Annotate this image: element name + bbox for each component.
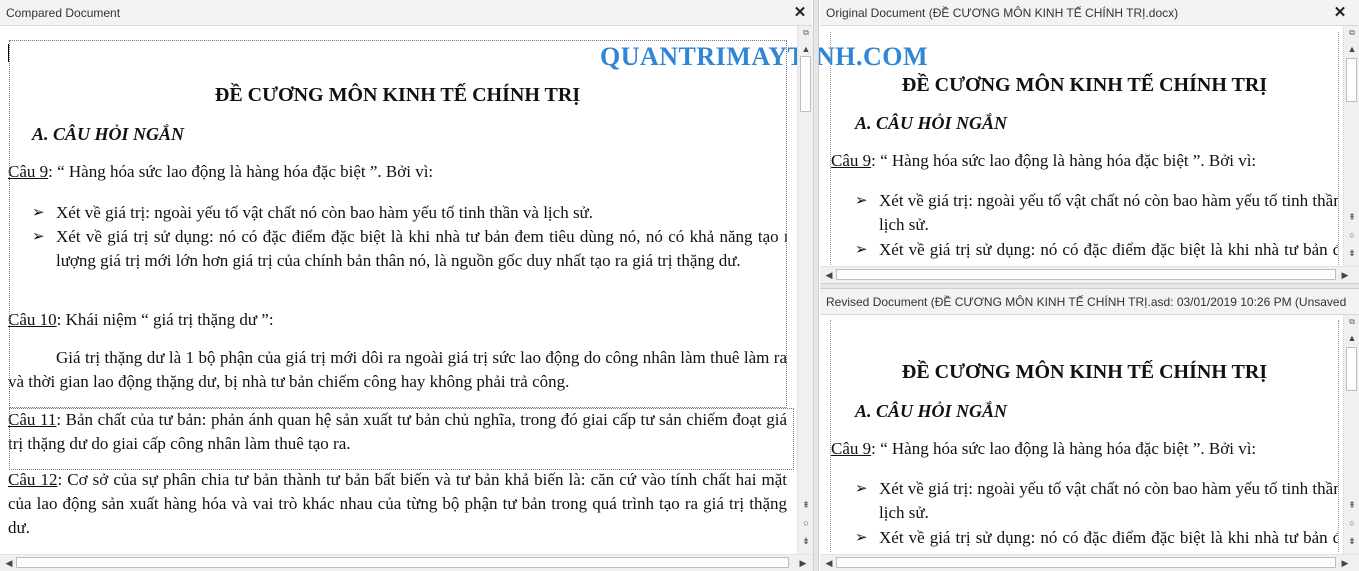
scroll-right-button[interactable]: ▶ [796,555,810,571]
revised-document-body[interactable]: ĐỀ CƯƠNG MÔN KINH TẾ CHÍNH TRỊ A. CÂU HỎ… [830,320,1339,552]
split-icon[interactable]: ⧉ [1344,317,1359,327]
compared-document-header: Compared Document [0,0,812,26]
next-page-button[interactable]: ⇟ [1344,246,1359,260]
original-document-title: Original Document (ĐỀ CƯƠNG MÔN KINH TẾ … [826,6,1179,20]
scroll-left-button[interactable]: ◀ [2,555,16,571]
arrow-bullet-icon: ➢ [855,193,868,209]
scroll-thumb[interactable] [1346,347,1357,391]
h-scroll-thumb[interactable] [836,557,1336,568]
close-compared-document-button[interactable]: ✕ [791,0,809,26]
change-region-box [9,408,794,470]
revised-document-header: Revised Document (ĐỀ CƯƠNG MÔN KINH TẾ C… [820,289,1359,315]
scroll-left-button[interactable]: ◀ [822,267,836,283]
revised-horizontal-scrollbar[interactable]: ◀ ▶ [820,554,1359,571]
scroll-thumb[interactable] [800,56,811,112]
question-12-label: Câu 12 [8,470,58,489]
section-heading: A. CÂU HỎI NGẮN [855,113,1008,133]
browse-object-button[interactable]: ○ [798,516,814,530]
compared-vertical-scrollbar[interactable]: ⧉ ▲ ⇞ ○ ⇟ [797,26,814,554]
scroll-right-button[interactable]: ▶ [1338,555,1352,571]
bullet-item: ➢ Xét về giá trị sử dụng: nó có đặc điểm… [855,526,1338,552]
revised-vertical-scrollbar[interactable]: ⧉ ▲ ⇞ ○ ⇟ [1343,315,1359,554]
bullet-item: ➢ Xét về giá trị: ngoài yếu tố vật chất … [855,477,1339,525]
bullet-item: ➢ Xét về giá trị sử dụng: nó có đặc điểm… [855,238,1338,267]
bullet-text: Xét về giá trị: ngoài yếu tố vật chất nó… [879,191,1339,234]
close-original-document-button[interactable]: ✕ [1331,0,1349,26]
question-12: Câu 12: Cơ sở của sự phân chia tư bản th… [8,468,787,540]
original-document-header: Original Document (ĐỀ CƯƠNG MÔN KINH TẾ … [820,0,1359,26]
question-9: Câu 9: “ Hàng hóa sức lao động là hàng h… [831,151,1338,171]
scroll-up-button[interactable]: ▲ [1344,331,1359,345]
bullet-text: Xét về giá trị: ngoài yếu tố vật chất nó… [879,479,1339,522]
original-horizontal-scrollbar[interactable]: ◀ ▶ [820,266,1359,283]
original-document-body[interactable]: ĐỀ CƯƠNG MÔN KINH TẾ CHÍNH TRỊ A. CÂU HỎ… [830,32,1339,267]
arrow-bullet-icon: ➢ [855,530,868,546]
bullet-text: Xét về giá trị sử dụng: nó có đặc điểm đ… [879,528,1338,547]
prev-page-button[interactable]: ⇞ [1344,498,1359,512]
section-heading: A. CÂU HỎI NGẮN [855,401,1008,421]
h-scroll-thumb[interactable] [836,269,1336,280]
bullet-item: ➢ Xét về giá trị: ngoài yếu tố vật chất … [855,189,1339,237]
question-12-text: : Cơ sở của sự phân chia tư bản thành tư… [8,470,787,537]
original-vertical-scrollbar[interactable]: ⧉ ▲ ⇞ ○ ⇟ [1343,26,1359,266]
browse-object-button[interactable]: ○ [1344,228,1359,242]
split-icon[interactable]: ⧉ [1344,28,1359,38]
compared-horizontal-scrollbar[interactable]: ◀ ▶ [0,554,813,571]
scroll-up-button[interactable]: ▲ [1344,42,1359,56]
h-scroll-thumb[interactable] [16,557,789,568]
question-9: Câu 9: “ Hàng hóa sức lao động là hàng h… [831,439,1338,459]
doc-title: ĐỀ CƯƠNG MÔN KINH TẾ CHÍNH TRỊ [901,74,1268,96]
bullet-text: Xét về giá trị sử dụng: nó có đặc điểm đ… [879,240,1338,267]
change-region-box [9,40,787,408]
question-9-label: Câu 9 [831,151,872,170]
browse-object-button[interactable]: ○ [1344,516,1359,530]
revised-document-title: Revised Document (ĐỀ CƯƠNG MÔN KINH TẾ C… [826,295,1347,309]
scroll-right-button[interactable]: ▶ [1338,267,1352,283]
compared-document-title: Compared Document [6,6,121,20]
question-9-text: : “ Hàng hóa sức lao động là hàng hóa đặ… [871,151,1257,170]
next-page-button[interactable]: ⇟ [1344,534,1359,548]
scroll-up-button[interactable]: ▲ [798,42,814,56]
question-9-text: : “ Hàng hóa sức lao động là hàng hóa đặ… [871,439,1257,458]
arrow-bullet-icon: ➢ [855,481,868,497]
arrow-bullet-icon: ➢ [855,242,868,258]
prev-page-button[interactable]: ⇞ [1344,210,1359,224]
prev-page-button[interactable]: ⇞ [798,498,814,512]
next-page-button[interactable]: ⇟ [798,534,814,548]
doc-title: ĐỀ CƯƠNG MÔN KINH TẾ CHÍNH TRỊ [901,361,1268,383]
split-icon[interactable]: ⧉ [798,28,814,38]
scroll-thumb[interactable] [1346,58,1357,102]
pane-splitter[interactable] [813,0,819,571]
scroll-left-button[interactable]: ◀ [822,555,836,571]
question-9-label: Câu 9 [831,439,872,458]
